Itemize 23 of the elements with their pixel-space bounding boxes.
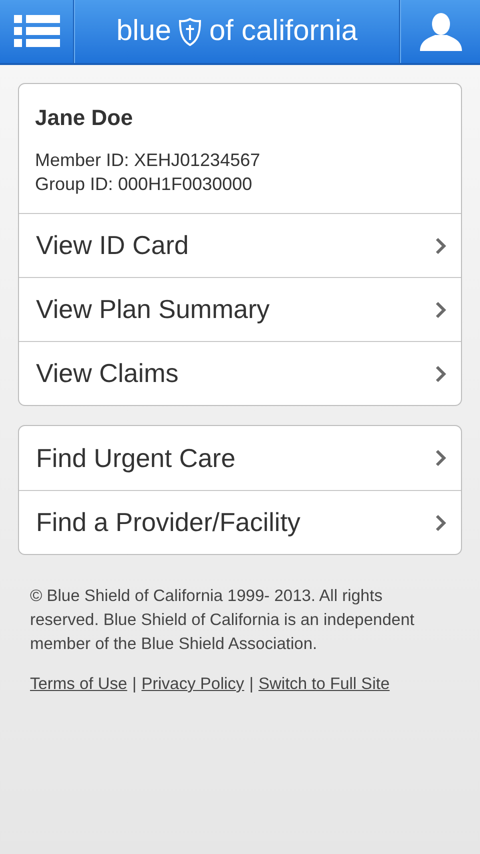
chevron-right-icon [435,449,447,467]
menu-icon [14,14,60,48]
person-icon [420,12,462,50]
logo: blue of california [74,0,400,63]
menu-item[interactable]: View Claims [19,341,461,405]
link-separator: | [132,674,136,695]
chevron-right-icon [435,300,447,318]
group-id: Group ID: 000H1F0030000 [35,173,254,196]
copyright-text: © Blue Shield of California 1999- 2013. All rights reserved. Blue Shield of California is an independent member of the Blue Shield Association. [30,586,416,655]
shield-icon [179,18,202,46]
chevron-right-icon [435,236,447,254]
footer-link[interactable]: Terms of Use [30,672,128,696]
menu-item[interactable]: Find a Provider/Facility [19,490,461,554]
menu-item[interactable]: Find Urgent Care [19,426,461,490]
chevron-right-icon [435,364,447,382]
footer-link[interactable]: Privacy Policy [141,672,244,696]
menu-item[interactable]: View Plan Summary [19,277,461,341]
footer-link[interactable]: Switch to Full Site [258,672,390,696]
member-name: Jane Doe [35,104,134,132]
chevron-right-icon [435,514,447,532]
menu-item[interactable]: View ID Card [19,213,461,277]
member-id: Member ID: XEHJ01234567 [35,149,262,172]
link-separator: | [249,674,254,695]
